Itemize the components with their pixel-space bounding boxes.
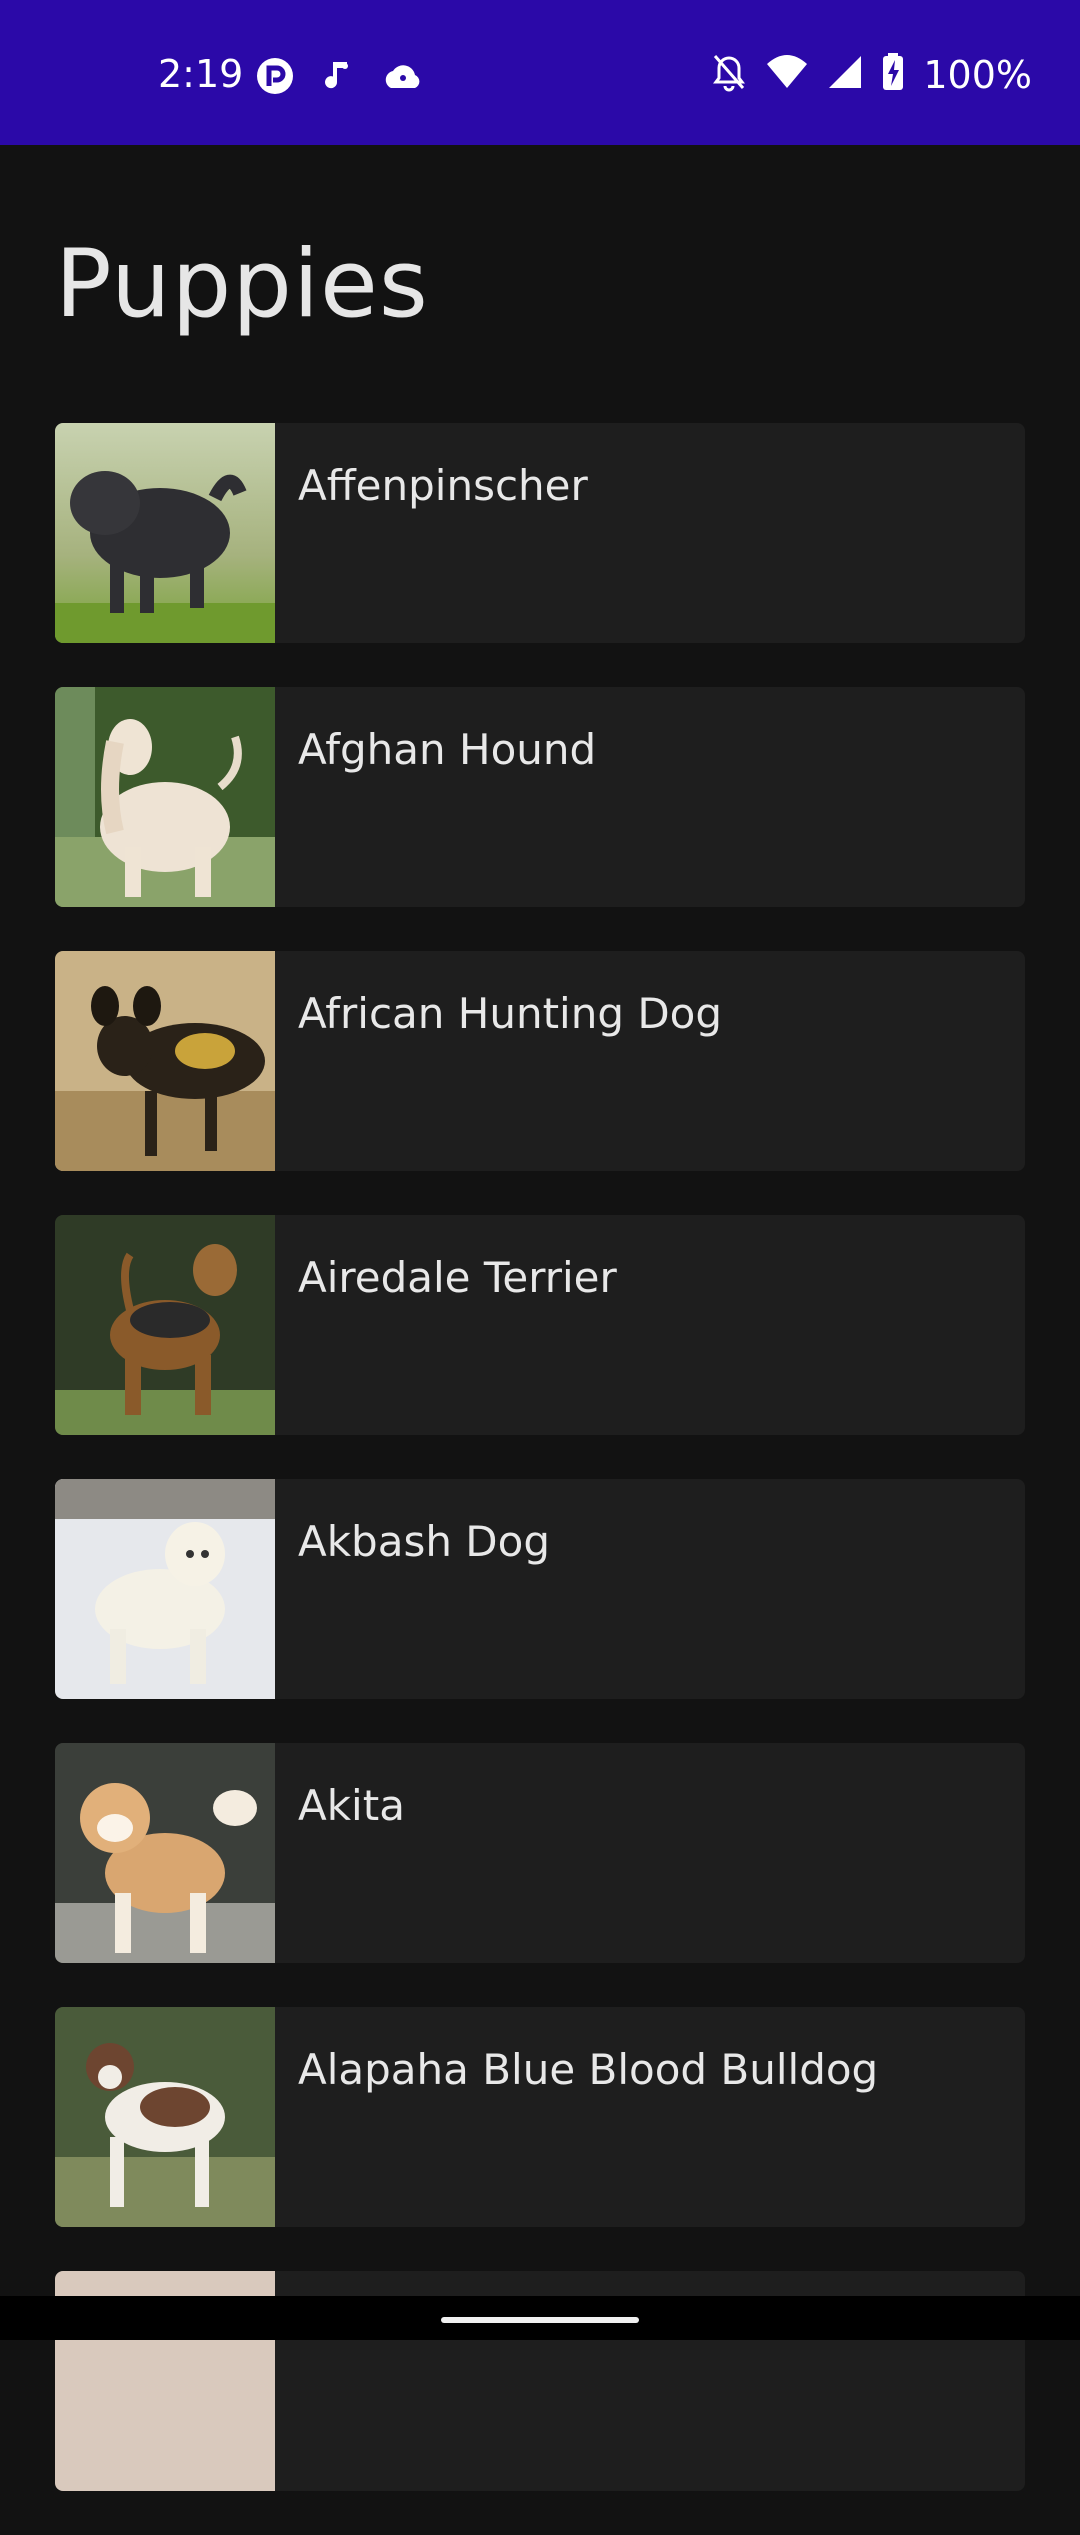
breed-name: Akita xyxy=(298,1781,405,1830)
breed-name: Airedale Terrier xyxy=(298,1253,617,1302)
notification-icons xyxy=(255,56,425,101)
gesture-nav-bar xyxy=(0,2296,1080,2340)
breed-photo xyxy=(55,1479,275,1699)
breed-card[interactable]: Akbash Dog xyxy=(55,1479,1025,1699)
breed-name: Akbash Dog xyxy=(298,1517,550,1566)
breed-name: Affenpinscher xyxy=(298,461,588,510)
breed-photo xyxy=(55,2007,275,2227)
breed-name: Afghan Hound xyxy=(298,725,597,774)
system-icons: 100% xyxy=(711,52,1032,97)
breed-card[interactable]: African Hunting Dog xyxy=(55,951,1025,1171)
breed-photo xyxy=(55,1743,275,1963)
breed-photo xyxy=(55,951,275,1171)
breed-list[interactable]: Affenpinscher Afghan Hound African Hunti… xyxy=(55,423,1025,2535)
battery-percent: 100% xyxy=(923,52,1032,97)
cloud-notification-icon xyxy=(381,56,425,101)
breed-card[interactable]: Akita xyxy=(55,1743,1025,1963)
music-notification-icon xyxy=(323,56,353,101)
breed-photo xyxy=(55,423,275,643)
breed-name: African Hunting Dog xyxy=(298,989,723,1038)
breed-card[interactable]: Affenpinscher xyxy=(55,423,1025,643)
battery-charging-icon xyxy=(881,52,905,97)
breed-card[interactable]: Airedale Terrier xyxy=(55,1215,1025,1435)
page-title: Puppies xyxy=(55,230,429,339)
breed-name: Alapaha Blue Blood Bulldog xyxy=(298,2045,879,2094)
cell-signal-icon xyxy=(827,52,863,97)
breed-card[interactable]: Afghan Hound xyxy=(55,687,1025,907)
app-notification-icon xyxy=(255,56,295,101)
bell-off-icon xyxy=(711,52,747,97)
breed-photo xyxy=(55,1215,275,1435)
status-bar: 2:19 100% xyxy=(0,0,1080,145)
breed-photo xyxy=(55,687,275,907)
breed-card[interactable]: Alapaha Blue Blood Bulldog xyxy=(55,2007,1025,2227)
status-time: 2:19 xyxy=(158,52,244,96)
home-handle[interactable] xyxy=(441,2317,639,2323)
wifi-icon xyxy=(765,52,809,97)
